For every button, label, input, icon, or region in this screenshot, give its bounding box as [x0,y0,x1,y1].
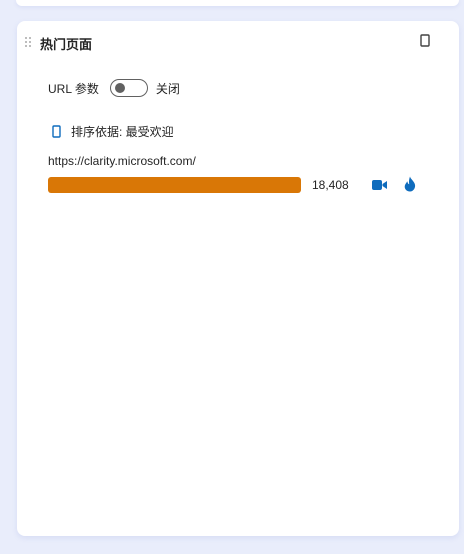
popular-pages-card: 热门页面 URL 参数 关闭 排序依据: 最受欢迎 https://clarit… [17,21,459,536]
toggle-knob [114,83,125,93]
url-parameters-row: URL 参数 关闭 [48,77,180,99]
sort-icon [52,124,61,138]
page-views-bar [48,177,301,193]
toggle-state-label: 关闭 [155,81,180,96]
drag-handle-icon[interactable] [25,37,33,47]
previous-card-edge [16,0,459,6]
sort-by-button[interactable]: 排序依据: 最受欢迎 [52,122,174,140]
url-parameters-label: URL 参数 [48,81,99,96]
card-title: 热门页面 [40,37,93,52]
flame-icon[interactable] [404,176,416,192]
video-camera-icon[interactable] [372,179,387,191]
page-views-count: 18,408 [312,178,349,192]
page-url-link[interactable]: https://clarity.microsoft.com/ [48,154,196,168]
sort-by-label: 排序依据: 最受欢迎 [71,124,174,139]
page-views-bar-fill [48,177,301,193]
url-parameters-toggle[interactable] [109,79,148,97]
more-options-icon[interactable] [420,34,430,47]
